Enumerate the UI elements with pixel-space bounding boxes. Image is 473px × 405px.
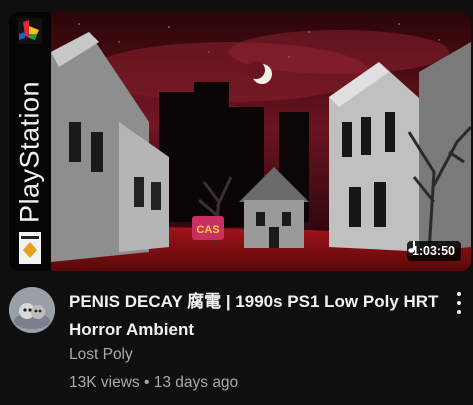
channel-avatar[interactable]: [9, 287, 55, 333]
channel-name[interactable]: Lost Poly: [69, 346, 133, 364]
view-count: 13K views: [69, 374, 140, 391]
video-thumbnail[interactable]: CAS PlayStation 1:03:50: [9, 12, 471, 271]
svg-text:CAS: CAS: [196, 224, 219, 236]
duration-badge: 1:03:50: [406, 241, 461, 261]
playstation-spine: PlayStation: [9, 12, 51, 271]
video-title[interactable]: PENIS DECAY 腐電 | 1990s PS1 Low Poly HRT …: [69, 288, 439, 344]
meta-separator: •: [143, 374, 150, 391]
video-meta: 13K views • 13 days ago: [69, 374, 238, 392]
upload-age: 13 days ago: [153, 374, 239, 391]
music-note-icon: [408, 241, 415, 253]
duration-text: 1:03:50: [411, 244, 455, 258]
playstation-spine-label: PlayStation: [14, 80, 45, 224]
thumbnail-artwork: CAS: [51, 12, 471, 271]
more-vert-icon[interactable]: [448, 290, 470, 316]
